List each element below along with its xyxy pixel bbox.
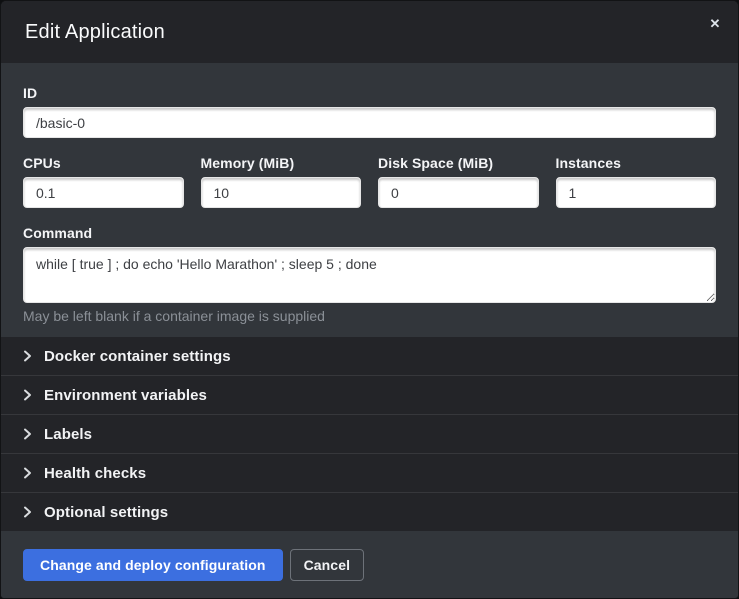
modal-footer: Change and deploy configuration Cancel [1,531,738,598]
instances-label: Instances [556,156,717,170]
section-label: Labels [44,426,92,443]
section-health-checks[interactable]: Health checks [1,453,738,492]
section-docker-container-settings[interactable]: Docker container settings [1,337,738,375]
edit-application-modal: Edit Application ✕ ID CPUs Memory (MiB) … [0,0,739,599]
edit-application-form: ID CPUs Memory (MiB) Disk Space (MiB) In… [1,63,738,337]
disk-space-field-group: Disk Space (MiB) [378,156,539,208]
resources-row: CPUs Memory (MiB) Disk Space (MiB) Insta… [23,156,716,208]
close-icon: ✕ [710,16,721,31]
disk-space-input[interactable] [378,177,539,208]
section-environment-variables[interactable]: Environment variables [1,375,738,414]
change-and-deploy-button[interactable]: Change and deploy configuration [23,549,283,581]
chevron-right-icon [23,467,32,479]
chevron-right-icon [23,506,32,518]
section-labels[interactable]: Labels [1,414,738,453]
collapsible-sections: Docker container settings Environment va… [1,337,738,531]
command-help-text: May be left blank if a container image i… [23,308,716,324]
chevron-right-icon [23,428,32,440]
modal-header: Edit Application ✕ [1,1,738,63]
instances-input[interactable] [556,177,717,208]
id-label: ID [23,86,716,100]
section-label: Health checks [44,465,146,482]
memory-input[interactable] [201,177,362,208]
disk-space-label: Disk Space (MiB) [378,156,539,170]
instances-field-group: Instances [556,156,717,208]
id-field-group: ID [23,86,716,138]
cancel-button[interactable]: Cancel [290,549,365,581]
section-label: Docker container settings [44,348,231,365]
chevron-right-icon [23,350,32,362]
close-button[interactable]: ✕ [705,14,725,34]
command-label: Command [23,226,716,240]
section-label: Environment variables [44,387,207,404]
chevron-right-icon [23,389,32,401]
memory-field-group: Memory (MiB) [201,156,362,208]
modal-title: Edit Application [25,21,165,44]
command-textarea[interactable]: while [ true ] ; do echo 'Hello Marathon… [23,247,716,303]
cpus-label: CPUs [23,156,184,170]
cpus-field-group: CPUs [23,156,184,208]
cpus-input[interactable] [23,177,184,208]
id-input[interactable] [23,107,716,138]
memory-label: Memory (MiB) [201,156,362,170]
command-field-group: Command while [ true ] ; do echo 'Hello … [23,226,716,324]
section-optional-settings[interactable]: Optional settings [1,492,738,531]
section-label: Optional settings [44,504,168,521]
